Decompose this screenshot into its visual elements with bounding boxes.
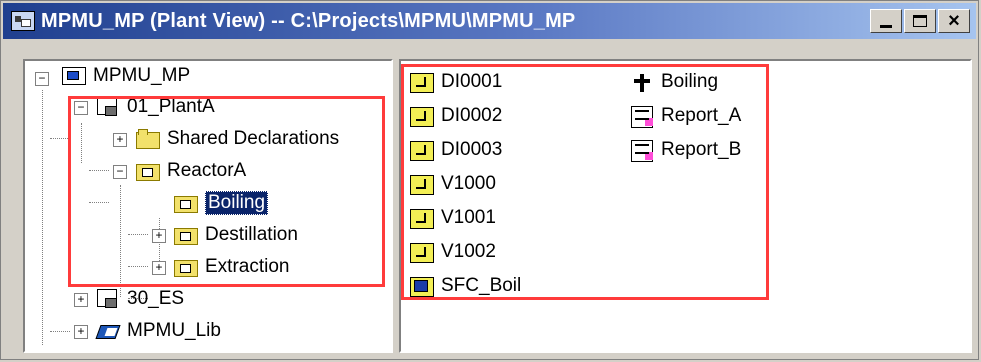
window-controls: × [870,9,970,33]
tree-line [50,331,70,332]
title-bar[interactable]: MPMU_MP (Plant View) -- C:\Projects\MPMU… [3,3,976,39]
library-icon [95,320,121,342]
close-button[interactable]: × [938,9,970,33]
collapse-toggle[interactable]: − [35,72,49,86]
tree-item-label: MPMU_MP [93,65,191,86]
list-highlight-box [401,64,769,300]
plant-view-icon [11,11,35,31]
expand-toggle[interactable]: + [74,325,88,339]
maximize-icon [913,15,927,27]
close-icon: × [948,9,960,32]
plant-icon [95,288,121,310]
minimize-button[interactable] [870,9,902,33]
tree-item-30-es[interactable]: 30_ES [95,284,184,314]
tree-item-label: MPMU_Lib [127,320,221,341]
tree-item-mpmu-mp[interactable]: MPMU_MP [61,61,190,91]
expand-toggle[interactable]: + [74,293,88,307]
tree-line [50,138,70,139]
maximize-button[interactable] [904,9,936,33]
tree-line [42,90,43,345]
tree-highlight-box [68,96,385,287]
project-icon [61,65,87,87]
tree-item-label: 30_ES [127,288,185,309]
tree-item-mpmu-lib[interactable]: MPMU_Lib [95,316,221,346]
minimize-icon [880,24,892,28]
window-title: MPMU_MP (Plant View) -- C:\Projects\MPMU… [41,9,576,32]
plant-view-window: MPMU_MP (Plant View) -- C:\Projects\MPMU… [0,0,979,360]
